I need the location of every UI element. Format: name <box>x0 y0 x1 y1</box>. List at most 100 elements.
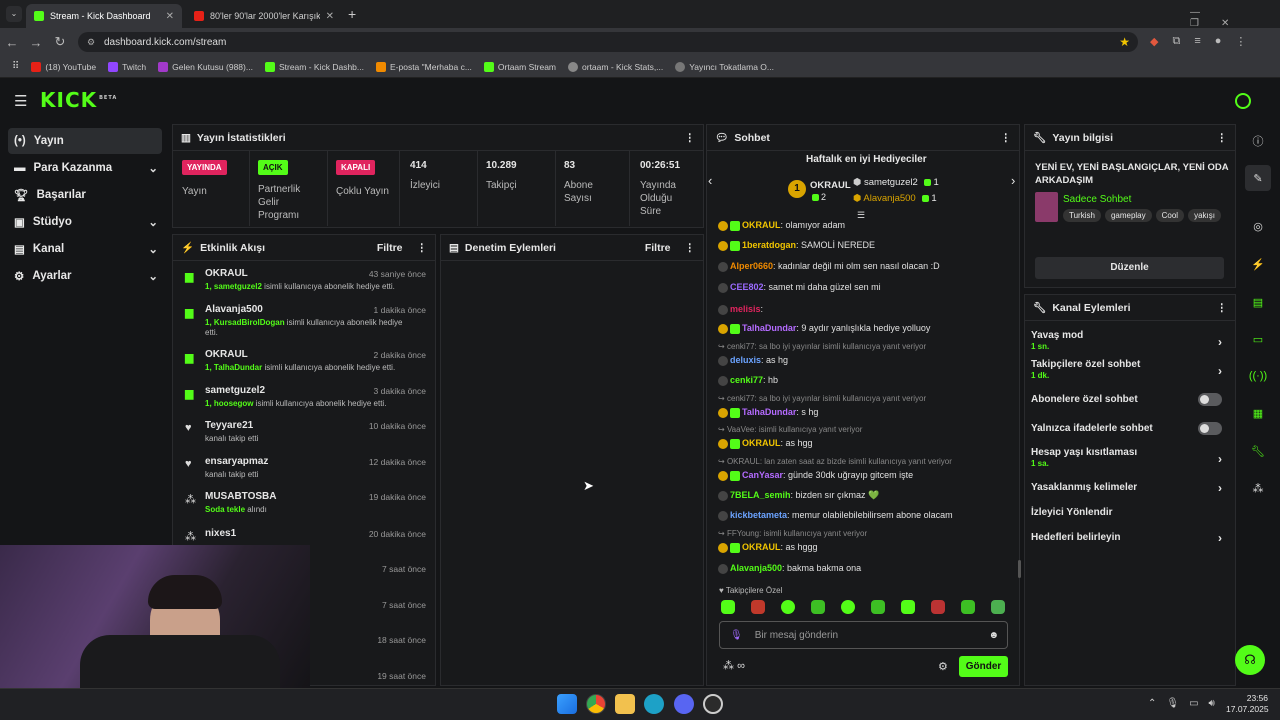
volume-icon[interactable]: 🔊︎ <box>1209 698 1225 709</box>
chat-username[interactable]: OKRAUL <box>742 542 781 552</box>
extension-icon[interactable]: ◆ <box>1150 35 1158 48</box>
tag-chip[interactable]: Cool <box>1155 209 1185 222</box>
more-options-icon[interactable]: ⋮ <box>1217 302 1228 314</box>
emote-icon[interactable] <box>751 600 765 614</box>
chat-username[interactable]: kickbetameta <box>730 510 787 520</box>
back-icon[interactable]: ← <box>0 35 24 50</box>
emote-icon[interactable] <box>931 600 945 614</box>
bookmark-ortaam[interactable]: Ortaam Stream <box>483 61 556 72</box>
media-icon[interactable]: ≡ <box>1194 35 1200 48</box>
channel-action-item[interactable]: İzleyici Yönlendir <box>1031 507 1226 518</box>
emote-icon[interactable] <box>781 600 795 614</box>
windows-start-icon[interactable] <box>557 694 577 714</box>
microphone-icon[interactable]: 🎙︎ <box>730 630 743 641</box>
profile-avatar-icon[interactable]: ● <box>1215 35 1222 48</box>
emote-icon[interactable] <box>961 600 975 614</box>
new-tab-button[interactable]: + <box>348 6 356 22</box>
more-options-icon[interactable]: ⋮ <box>417 242 428 254</box>
chat-username[interactable]: Alper0660 <box>730 261 773 271</box>
tab-list-button[interactable]: ⌄ <box>6 6 22 22</box>
emote-icon[interactable] <box>841 600 855 614</box>
chrome-icon[interactable] <box>586 694 606 714</box>
bookmark-inbox[interactable]: Gelen Kutusu (988)... <box>158 61 253 72</box>
puzzle-icon[interactable]: ⧉ <box>1172 35 1180 48</box>
chat-input[interactable]: 🎙︎ Bir mesaj gönderin ☻ <box>719 621 1008 649</box>
chat-username[interactable]: OKRAUL <box>742 438 781 448</box>
forward-icon[interactable]: → <box>24 35 48 50</box>
sidebar-item-basarilar[interactable]: 🏆︎ Başarılar <box>8 182 162 208</box>
menu-icon[interactable]: ⋮ <box>1235 35 1246 48</box>
chevron-up-icon[interactable]: ⌃ <box>1148 698 1166 709</box>
users-icon[interactable]: ⁂ <box>723 660 734 672</box>
emote-icon[interactable] <box>721 600 735 614</box>
pencil-icon[interactable]: ✎ <box>1245 165 1271 191</box>
event-username[interactable]: OKRAUL <box>205 349 248 360</box>
more-options-icon[interactable]: ⋮ <box>685 132 696 144</box>
more-options-icon[interactable]: ⋮ <box>1217 132 1228 144</box>
gifters-next-icon[interactable]: › <box>1011 173 1015 188</box>
infinity-icon[interactable]: ∞ <box>737 660 745 672</box>
category-link[interactable]: Sadece Sohbet <box>1063 194 1131 205</box>
event-username[interactable]: nixes1 <box>205 528 236 539</box>
network-icon[interactable]: ▭ <box>1189 698 1208 709</box>
minimize-icon[interactable]: — <box>1190 7 1222 18</box>
kick-logo[interactable]: KICK BETA <box>40 88 117 112</box>
gifters-prev-icon[interactable]: ‹ <box>708 173 712 188</box>
emote-icon[interactable] <box>991 600 1005 614</box>
chat-username[interactable]: cenki77 <box>730 375 763 385</box>
address-bar[interactable]: ⚙ dashboard.kick.com/stream ★ <box>78 32 1138 52</box>
channel-action-item[interactable]: Yasaklanmış kelimeler › <box>1031 481 1226 495</box>
emote-icon[interactable] <box>811 600 825 614</box>
close-tab-icon[interactable]: ✕ <box>166 11 174 22</box>
event-username[interactable]: sametguzel2 <box>205 385 265 396</box>
emoji-icon[interactable]: ☻ <box>988 630 999 641</box>
chat-username[interactable]: CEE802 <box>730 282 764 292</box>
emote-icon[interactable] <box>901 600 915 614</box>
bookmark-twitch[interactable]: Twitch <box>108 61 146 72</box>
event-username[interactable]: Teyyare21 <box>205 420 253 431</box>
channel-action-item[interactable]: Abonelere özel sohbet <box>1031 393 1226 406</box>
obs-icon[interactable] <box>703 694 723 714</box>
users-icon[interactable]: ⁂ <box>1245 475 1271 501</box>
tag-chip[interactable]: yakışı <box>1188 209 1221 222</box>
tag-chip[interactable]: Turkish <box>1063 209 1101 222</box>
chat-settings-icon[interactable]: ⚙ <box>938 660 948 673</box>
top-gifter-2[interactable]: ⬢ sametguzel2 1 <box>853 177 939 188</box>
discord-icon[interactable] <box>674 694 694 714</box>
sidebar-item-ayarlar[interactable]: ⚙ Ayarlar ⌄ <box>8 263 162 289</box>
reload-icon[interactable]: ↻ <box>48 34 72 50</box>
chat-scrollbar[interactable] <box>1018 560 1021 578</box>
event-target-user[interactable]: sametguzel2 <box>214 282 262 291</box>
file-explorer-icon[interactable] <box>615 694 635 714</box>
site-info-icon[interactable]: ⚙ <box>87 37 95 48</box>
sidebar-item-studyo[interactable]: ▣ Stüdyo ⌄ <box>8 209 162 235</box>
sidebar-item-yayin[interactable]: (•) Yayın <box>8 128 162 154</box>
event-username[interactable]: Alavanja500 <box>205 304 263 315</box>
chat-username[interactable]: TalhaDundar <box>742 407 796 417</box>
chat-username[interactable]: 7BELA_semih <box>730 490 791 500</box>
bookmark-star-icon[interactable]: ★ <box>1119 35 1130 49</box>
channel-action-item[interactable]: Hesap yaşı kısıtlaması 1 sa. › <box>1031 447 1226 468</box>
more-options-icon[interactable]: ⋮ <box>685 242 696 254</box>
event-target-user[interactable]: TalhaDundar <box>214 363 262 372</box>
top-gifter-3[interactable]: ⬢ Alavanja500 1 <box>853 193 937 204</box>
channel-action-item[interactable]: Yalnızca ifadelerle sohbet <box>1031 422 1226 435</box>
wrench-icon[interactable]: 🔧︎ <box>1245 438 1271 464</box>
toggle-switch[interactable] <box>1198 393 1222 406</box>
send-button[interactable]: Gönder <box>959 656 1008 677</box>
microphone-icon[interactable]: 🎙︎ <box>1166 698 1189 709</box>
kick-user-avatar-icon[interactable] <box>1235 93 1251 109</box>
support-headset-icon[interactable]: ☊ <box>1235 645 1265 675</box>
server-icon[interactable]: ▦ <box>1245 400 1271 426</box>
broadcast-icon[interactable]: ((·)) <box>1245 363 1271 389</box>
tab-kick-dashboard[interactable]: Stream - Kick Dashboard ✕ <box>26 4 182 28</box>
hamburger-menu-icon[interactable]: ☰ <box>14 92 27 110</box>
bookmark-kick-dashboard[interactable]: Stream - Kick Dashb... <box>264 61 364 72</box>
event-username[interactable]: MUSABTOSBA <box>205 491 276 502</box>
apps-icon[interactable]: ⠿ <box>12 61 19 72</box>
chat-username[interactable]: deluxis <box>730 355 761 365</box>
tab-youtube[interactable]: 80'ler 90'lar 2000'ler Karışık Tür ✕ <box>186 4 342 28</box>
bookmark-email[interactable]: E-posta "Merhaba c... <box>375 61 472 72</box>
more-options-icon[interactable]: ⋮ <box>1001 132 1012 144</box>
sidebar-item-para-kazanma[interactable]: ▬ Para Kazanma ⌄ <box>8 155 162 181</box>
